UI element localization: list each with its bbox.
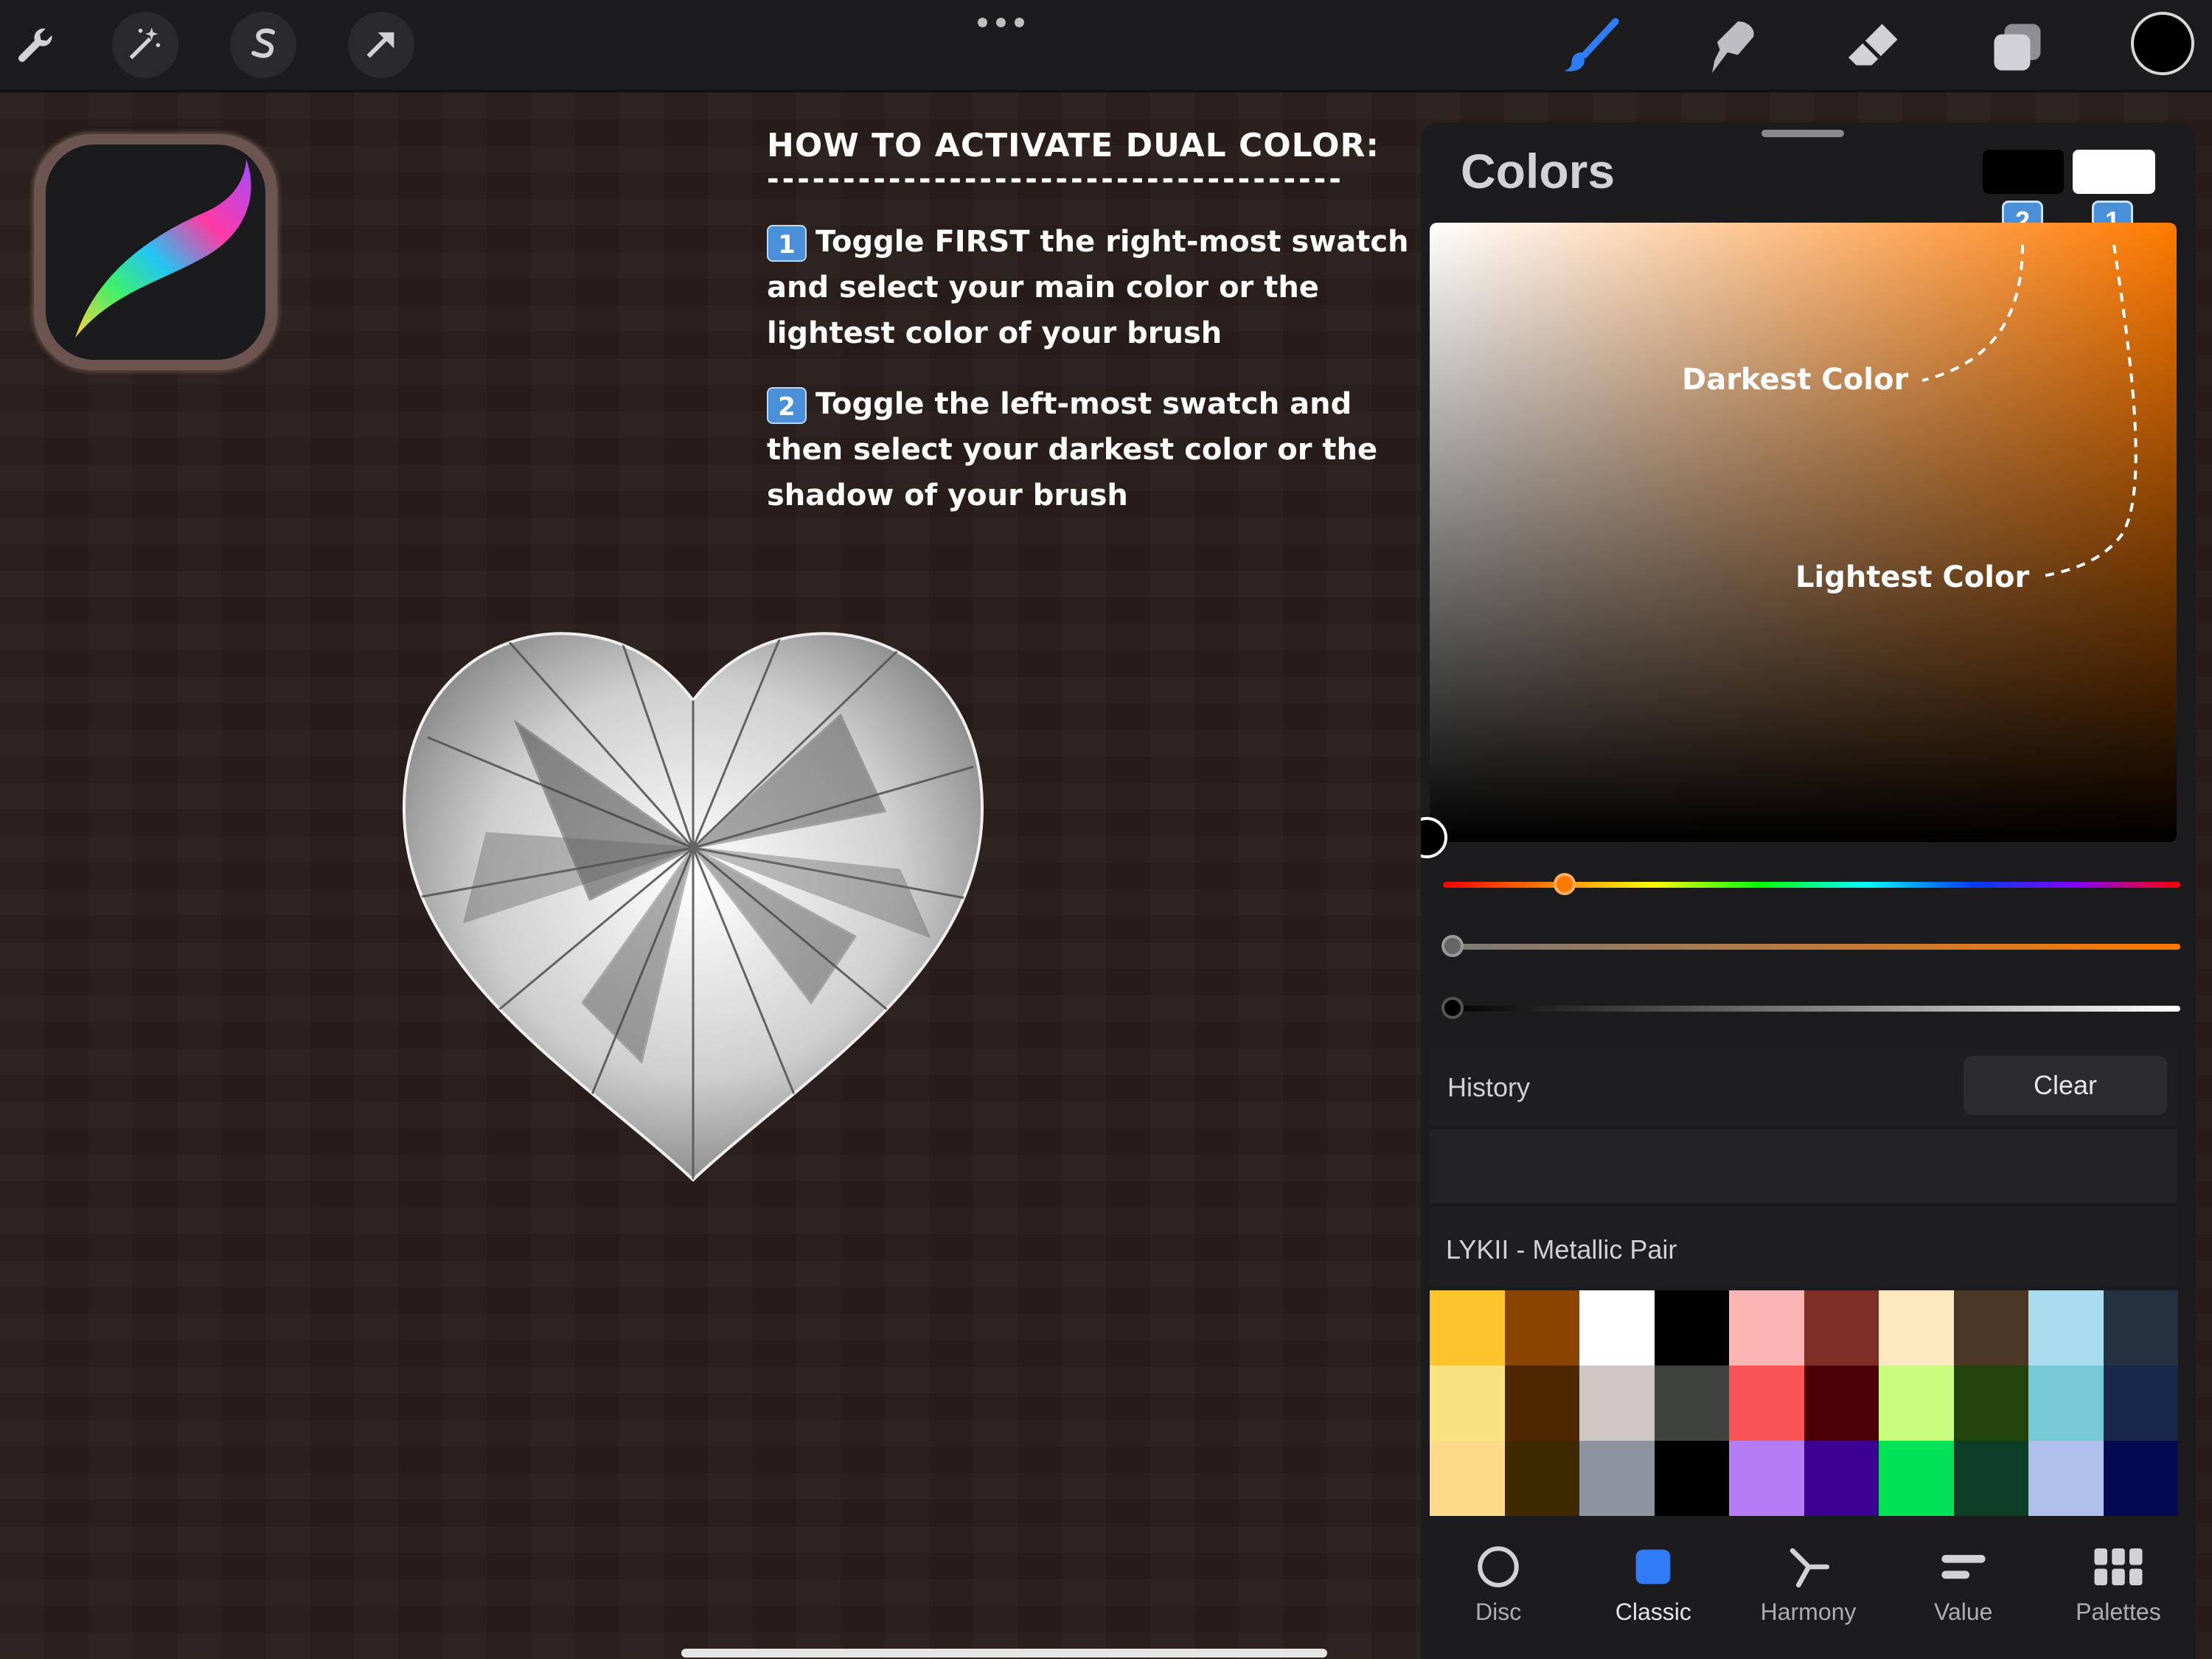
palette-swatch[interactable] bbox=[1579, 1366, 1655, 1441]
transform-button[interactable] bbox=[348, 12, 414, 78]
palette-swatch[interactable] bbox=[1504, 1290, 1579, 1366]
brush-icon[interactable] bbox=[1554, 12, 1625, 83]
hue-slider-knob[interactable] bbox=[1554, 873, 1576, 895]
history-header: History Clear bbox=[1430, 1048, 2177, 1127]
tab-palettes-label: Palettes bbox=[2076, 1599, 2161, 1625]
arrow-transform-icon bbox=[362, 24, 400, 66]
palette-swatch[interactable] bbox=[1804, 1290, 1879, 1366]
heart-diamond-image bbox=[398, 590, 988, 1194]
palette-swatch[interactable] bbox=[2103, 1290, 2178, 1366]
instructions-divider: ----------------------------------------… bbox=[767, 164, 1342, 194]
palette-swatch[interactable] bbox=[1953, 1366, 2028, 1441]
palette-swatch[interactable] bbox=[2028, 1366, 2104, 1441]
palette-swatch[interactable] bbox=[1729, 1366, 1804, 1441]
tab-disc[interactable]: Disc bbox=[1421, 1528, 1576, 1659]
palette-grid bbox=[1430, 1290, 2178, 1516]
adjustments-button[interactable] bbox=[112, 12, 178, 78]
tab-value-label: Value bbox=[1933, 1599, 1993, 1625]
home-indicator bbox=[681, 1649, 1327, 1658]
palette-header: LYKII - Metallic Pair bbox=[1430, 1206, 2177, 1287]
annotation-lightest-color: Lightest Color bbox=[1795, 560, 2030, 594]
palette-swatch[interactable] bbox=[1804, 1441, 1879, 1516]
palette-swatch[interactable] bbox=[1504, 1366, 1579, 1441]
palette-swatch[interactable] bbox=[1729, 1290, 1804, 1366]
wrench-icon[interactable] bbox=[0, 12, 71, 83]
value-sliders-icon bbox=[1938, 1541, 1989, 1593]
instructions-block: HOW TO ACTIVATE DUAL COLOR: ------------… bbox=[767, 127, 1416, 518]
annotation-darkest-color: Darkest Color bbox=[1682, 363, 1909, 397]
palette-swatch[interactable] bbox=[1579, 1290, 1655, 1366]
disc-icon bbox=[1474, 1541, 1523, 1593]
layers-icon[interactable] bbox=[1982, 12, 2053, 83]
selection-button[interactable] bbox=[230, 12, 296, 78]
instruction-step-2: 2 Toggle the left-most swatch and then se… bbox=[767, 381, 1416, 518]
procreate-logo-icon bbox=[46, 145, 265, 360]
harmony-icon bbox=[1784, 1541, 1833, 1593]
tab-classic[interactable]: Classic bbox=[1576, 1528, 1731, 1659]
tab-palettes[interactable]: Palettes bbox=[2041, 1528, 2196, 1659]
tab-value[interactable]: Value bbox=[1886, 1528, 2041, 1659]
palette-swatch[interactable] bbox=[1654, 1441, 1729, 1516]
palette-swatch[interactable] bbox=[2028, 1290, 2104, 1366]
brightness-slider[interactable] bbox=[1443, 1006, 2180, 1012]
palette-swatch[interactable] bbox=[1430, 1366, 1505, 1441]
colors-panel: Colors 2 1 Darkest Color Lightest Color … bbox=[1421, 122, 2196, 1659]
magic-wand-icon bbox=[126, 24, 164, 66]
history-swatches bbox=[1430, 1130, 2177, 1203]
instructions-title: HOW TO ACTIVATE DUAL COLOR: bbox=[767, 127, 1380, 164]
tab-harmony-label: Harmony bbox=[1760, 1599, 1857, 1625]
palette-swatch[interactable] bbox=[2028, 1441, 2104, 1516]
color-mode-tabs: Disc Classic Harmony Value Palettes bbox=[1421, 1528, 2196, 1659]
eraser-icon[interactable] bbox=[1839, 12, 1910, 83]
step-1-key: 1 bbox=[767, 225, 807, 262]
palette-swatch[interactable] bbox=[1804, 1366, 1879, 1441]
step-2-key: 2 bbox=[767, 387, 807, 424]
instruction-step-1: 1 Toggle FIRST the right-most swatch and … bbox=[767, 219, 1416, 356]
brightness-slider-knob[interactable] bbox=[1441, 997, 1464, 1019]
more-options-icon[interactable] bbox=[978, 18, 1024, 27]
palette-swatch[interactable] bbox=[1879, 1290, 1954, 1366]
palette-name: LYKII - Metallic Pair bbox=[1446, 1234, 1677, 1265]
palettes-grid-icon bbox=[2093, 1541, 2144, 1593]
palette-swatch[interactable] bbox=[1879, 1366, 1954, 1441]
top-toolbar bbox=[0, 0, 2212, 92]
step-2-text: Toggle the left-most swatch and then sel… bbox=[767, 387, 1378, 512]
tab-classic-label: Classic bbox=[1615, 1599, 1691, 1625]
tab-disc-label: Disc bbox=[1475, 1599, 1522, 1625]
palette-swatch[interactable] bbox=[2103, 1366, 2178, 1441]
palette-swatch[interactable] bbox=[1654, 1366, 1729, 1441]
classic-square-icon bbox=[1632, 1541, 1674, 1593]
palette-swatch[interactable] bbox=[1430, 1441, 1505, 1516]
palette-swatch[interactable] bbox=[2103, 1441, 2178, 1516]
palette-swatch[interactable] bbox=[1430, 1290, 1505, 1366]
step-1-text: Toggle FIRST the right-most swatch and s… bbox=[767, 225, 1409, 350]
smudge-icon[interactable] bbox=[1697, 12, 1768, 83]
palette-swatch[interactable] bbox=[1953, 1441, 2028, 1516]
palette-swatch[interactable] bbox=[1879, 1441, 1954, 1516]
clear-history-button[interactable]: Clear bbox=[1964, 1056, 2167, 1115]
palette-swatch[interactable] bbox=[1654, 1290, 1729, 1366]
saturation-slider-knob[interactable] bbox=[1441, 935, 1464, 957]
palette-swatch[interactable] bbox=[1579, 1441, 1655, 1516]
selection-s-icon bbox=[244, 24, 282, 66]
palette-swatch[interactable] bbox=[1729, 1441, 1804, 1516]
history-label: History bbox=[1447, 1072, 1531, 1102]
saturation-slider[interactable] bbox=[1443, 944, 2180, 950]
tab-harmony[interactable]: Harmony bbox=[1731, 1528, 1885, 1659]
palette-swatch[interactable] bbox=[1504, 1441, 1579, 1516]
app-logo bbox=[34, 134, 277, 370]
current-color-button[interactable] bbox=[2131, 12, 2194, 75]
palette-swatch[interactable] bbox=[1953, 1290, 2028, 1366]
